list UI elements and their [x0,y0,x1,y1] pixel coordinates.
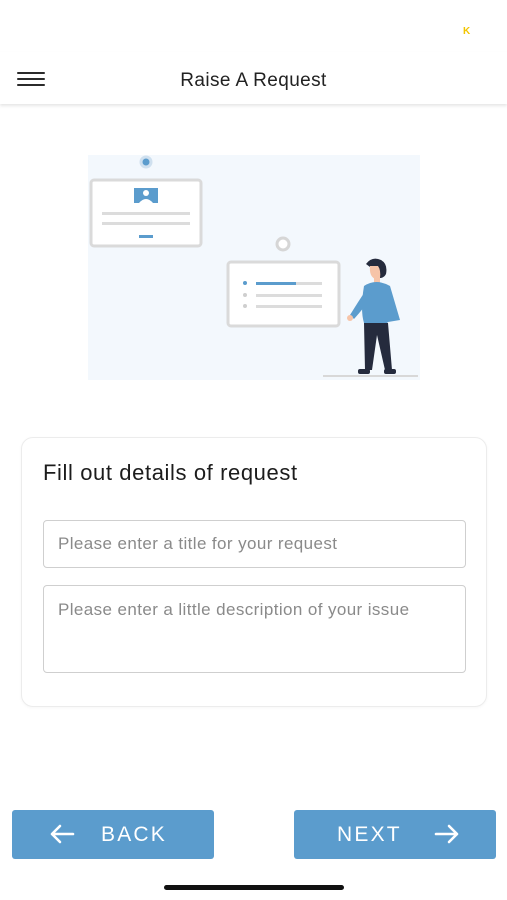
pin-icon-2 [275,236,291,252]
pin-icon [139,155,153,169]
back-button-label: BACK [101,823,167,846]
next-button-label: NEXT [337,823,402,846]
request-illustration [88,150,420,380]
status-bar: K [0,0,507,52]
screen: K Raise A Request Fill out details of re… [0,0,507,900]
request-form-card: Fill out details of request [21,437,487,707]
home-indicator[interactable] [164,885,344,890]
page-title: Raise A Request [180,70,327,91]
back-button[interactable]: BACK [12,810,214,859]
arrow-left-icon [50,824,75,844]
next-button[interactable]: NEXT [294,810,496,859]
status-indicator: K [463,26,471,37]
request-description-input[interactable] [43,585,466,673]
app-header: Raise A Request [0,52,507,104]
arrow-right-icon [434,824,459,844]
form-heading: Fill out details of request [43,460,298,485]
request-title-input[interactable] [43,520,466,568]
